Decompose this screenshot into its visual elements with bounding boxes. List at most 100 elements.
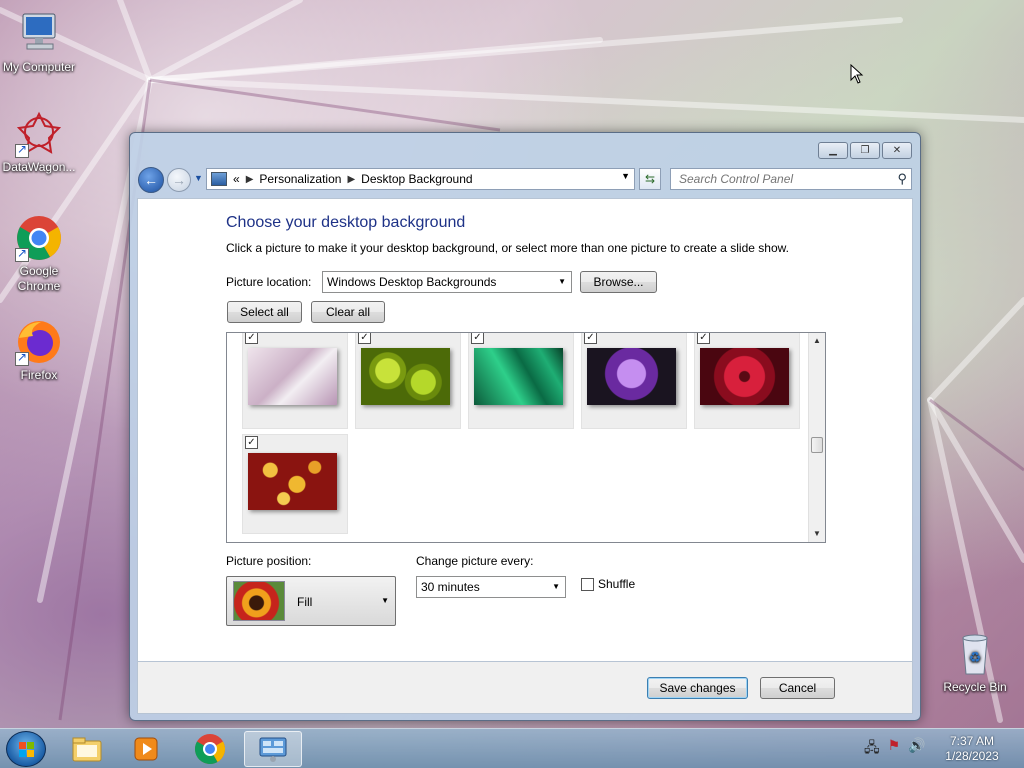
picture-purple-thistle <box>587 348 676 405</box>
clock[interactable]: 7:37 AM 1/28/2023 <box>930 734 1014 764</box>
taskbar-media-player[interactable] <box>118 731 176 767</box>
desktop-icon-label: Firefox <box>20 368 58 382</box>
taskbar-control-panel[interactable] <box>244 731 302 767</box>
desktop-background-window: ▁ ❐ ✕ ← → ▼ « ▶ Personalization ▶ Deskto… <box>129 132 921 721</box>
back-arrow-icon: ← <box>144 172 158 188</box>
chevron-down-icon: ▼ <box>558 277 566 286</box>
clear-all-button[interactable]: Clear all <box>311 301 385 323</box>
datawagon-icon <box>15 110 63 158</box>
change-interval-dropdown[interactable]: 30 minutes ▼ <box>416 576 566 598</box>
cancel-button[interactable]: Cancel <box>760 677 835 699</box>
window-controls: ▁ ❐ ✕ <box>818 142 912 159</box>
desktop-icon-datawagon[interactable]: DataWagon... <box>0 110 78 175</box>
close-icon: ✕ <box>892 145 902 156</box>
clock-time: 7:37 AM <box>949 734 995 748</box>
desktop-icon-label: DataWagon... <box>2 160 76 174</box>
navigation-bar: ← → ▼ « ▶ Personalization ▶ Desktop Back… <box>138 167 912 193</box>
change-picture-label: Change picture every: <box>416 554 534 568</box>
picture-checkbox[interactable]: ✓ <box>245 436 258 449</box>
address-dropdown-icon[interactable]: ▼ <box>621 171 630 181</box>
picture-item[interactable]: ✓ <box>242 434 348 534</box>
shuffle-checkbox[interactable]: Shuffle <box>581 577 635 591</box>
address-bar[interactable]: « ▶ Personalization ▶ Desktop Background… <box>206 168 635 190</box>
picture-green-leaves <box>474 348 563 405</box>
breadcrumb-overflow[interactable]: « <box>233 172 240 186</box>
taskbar-explorer[interactable] <box>58 731 116 767</box>
picture-checkbox[interactable]: ✓ <box>584 333 597 344</box>
change-interval-value: 30 minutes <box>421 580 480 594</box>
clock-date: 1/28/2023 <box>945 749 999 763</box>
dialog-footer: Save changes Cancel <box>137 662 913 714</box>
picture-item[interactable]: ✓ <box>468 333 574 429</box>
network-icon[interactable]: 🖧 <box>864 737 880 761</box>
save-changes-button[interactable]: Save changes <box>647 677 748 699</box>
refresh-button[interactable]: ⇆ <box>639 168 661 190</box>
control-panel-icon <box>211 172 227 186</box>
search-input[interactable] <box>679 172 879 186</box>
chevron-down-icon: ▼ <box>381 596 389 605</box>
picture-checkbox[interactable]: ✓ <box>245 333 258 344</box>
desktop-icon-firefox[interactable]: Firefox <box>0 318 78 383</box>
close-button[interactable]: ✕ <box>882 142 912 159</box>
picture-item[interactable]: ✓ <box>581 333 687 429</box>
shuffle-label: Shuffle <box>598 577 636 591</box>
picture-item[interactable]: ✓ <box>355 333 461 429</box>
desktop-icon-label: Recycle Bin <box>943 680 1007 694</box>
minimize-button[interactable]: ▁ <box>818 142 848 159</box>
breadcrumb-desktop-background[interactable]: Desktop Background <box>361 172 472 186</box>
minimize-icon: ▁ <box>829 145 837 156</box>
picture-red-dahlia <box>700 348 789 405</box>
picture-pink-spines <box>248 348 337 405</box>
desktop-icon-my-computer[interactable]: My Computer <box>0 10 78 75</box>
search-box[interactable]: ⚲ <box>670 168 912 190</box>
recycle-bin-icon: ♻ <box>951 630 999 678</box>
refresh-icon: ⇆ <box>644 172 656 186</box>
browse-button[interactable]: Browse... <box>580 271 657 293</box>
breadcrumb-personalization[interactable]: Personalization <box>259 172 341 186</box>
picture-item[interactable]: ✓ <box>242 333 348 429</box>
scroll-thumb[interactable] <box>811 437 823 453</box>
shortcut-arrow-icon <box>15 246 29 262</box>
chrome-icon <box>15 214 63 262</box>
control-panel-icon <box>259 737 287 762</box>
picture-item[interactable]: ✓ <box>694 333 800 429</box>
taskbar-chrome[interactable] <box>181 731 239 767</box>
picture-checkbox[interactable]: ✓ <box>471 333 484 344</box>
main-content: Choose your desktop background Click a p… <box>137 198 913 662</box>
mouse-cursor-icon <box>850 64 864 84</box>
page-title: Choose your desktop background <box>226 214 466 231</box>
start-button[interactable] <box>6 731 46 767</box>
picture-position-dropdown[interactable]: Fill ▼ <box>226 576 396 626</box>
shortcut-arrow-icon <box>15 142 29 158</box>
picture-location-dropdown[interactable]: Windows Desktop Backgrounds ▼ <box>322 271 572 293</box>
picture-location-label: Picture location: <box>226 275 312 289</box>
picture-checkbox[interactable]: ✓ <box>358 333 371 344</box>
scroll-up-icon[interactable]: ▲ <box>809 333 825 349</box>
desktop-icon-recycle-bin[interactable]: ♻ Recycle Bin <box>936 630 1014 695</box>
desktop-icon-google-chrome[interactable]: Google Chrome <box>0 214 78 294</box>
picture-gallery: ✓ ✓ ✓ ✓ ✓ ✓ ▲ ▼ <box>226 332 826 543</box>
maximize-button[interactable]: ❐ <box>850 142 880 159</box>
scroll-down-icon[interactable]: ▼ <box>809 526 825 542</box>
action-center-flag-icon[interactable]: ⚑ <box>888 737 901 761</box>
page-description: Click a picture to make it your desktop … <box>226 241 789 255</box>
search-icon[interactable]: ⚲ <box>897 171 907 187</box>
volume-icon[interactable]: 🔊 <box>908 737 925 761</box>
recent-pages-dropdown[interactable]: ▼ <box>194 173 203 183</box>
gallery-scrollbar[interactable]: ▲ ▼ <box>808 333 825 542</box>
back-button[interactable]: ← <box>138 167 164 193</box>
select-all-button[interactable]: Select all <box>227 301 302 323</box>
folder-icon <box>72 737 102 762</box>
system-tray: 🖧 ⚑ 🔊 <box>864 737 926 761</box>
picture-checkbox[interactable]: ✓ <box>697 333 710 344</box>
computer-icon <box>15 10 63 58</box>
shuffle-checkbox-box[interactable] <box>581 577 594 591</box>
breadcrumb-separator-icon: ▶ <box>347 173 356 185</box>
media-player-icon <box>134 737 158 761</box>
picture-autumn-leaves <box>248 453 337 510</box>
chrome-icon <box>194 734 226 765</box>
picture-position-value: Fill <box>297 595 313 609</box>
desktop-icon-label: My Computer <box>2 60 76 74</box>
picture-green-succulents <box>361 348 450 405</box>
forward-button[interactable]: → <box>167 168 191 192</box>
